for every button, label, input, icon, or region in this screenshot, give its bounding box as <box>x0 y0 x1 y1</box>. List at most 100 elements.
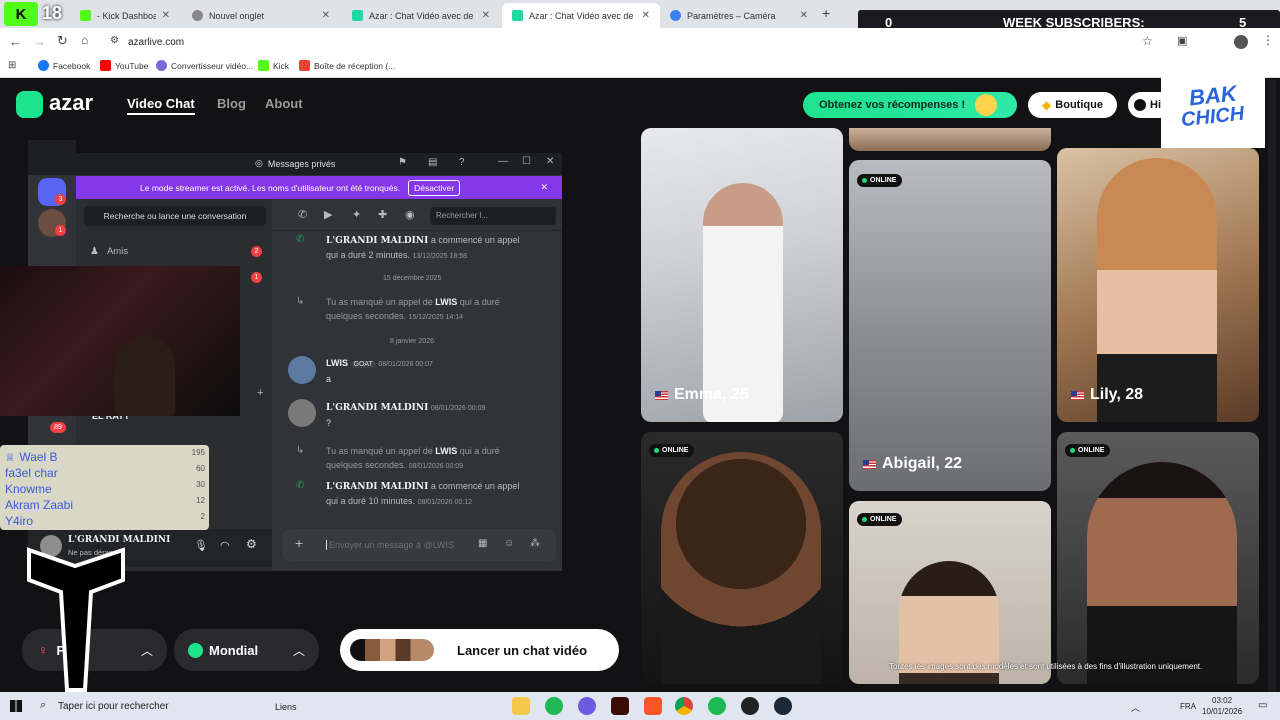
bakchich-logo: BAK CHICH <box>1161 63 1265 148</box>
close-icon[interactable]: ✕ <box>642 10 650 21</box>
azar-logo-icon[interactable] <box>16 91 43 118</box>
url-field[interactable]: azarlive.com <box>128 37 184 48</box>
illustrator-icon[interactable] <box>611 697 629 715</box>
close-icon[interactable]: ✕ <box>482 10 490 21</box>
system-tray-chevron-icon[interactable]: ︿ <box>1131 701 1140 714</box>
clock-time[interactable]: 03:02 <box>1212 696 1232 705</box>
call-icon: ✆ <box>296 234 305 245</box>
profile-card-4[interactable]: ONLINE <box>641 432 843 684</box>
taskbar-search-icon[interactable]: ⌕ <box>40 699 46 712</box>
emoji-icon[interactable]: ☺ <box>504 538 514 549</box>
tab-azar-1[interactable]: Azar : Chat Vidéo avec de nouv ✕ <box>342 3 500 28</box>
facebook-icon <box>38 60 49 71</box>
spotify-icon[interactable] <box>545 697 563 715</box>
extensions-icon[interactable]: ▣ <box>1177 34 1187 47</box>
new-tab-button[interactable]: + <box>822 5 830 21</box>
message-input[interactable]: Envoyer un message à @LWIS <box>326 540 454 550</box>
settings-favicon-icon <box>670 10 681 21</box>
bookmark-gmail[interactable]: Boîte de réception (... <box>299 60 395 71</box>
notifications-icon[interactable]: ▭ <box>1258 700 1267 711</box>
close-icon[interactable]: ✕ <box>800 10 808 21</box>
spotify-icon[interactable] <box>708 697 726 715</box>
start-video-chat-button[interactable]: Lancer un chat vidéo <box>340 629 619 671</box>
gift-icon[interactable]: ▦ <box>478 538 487 549</box>
add-friend-icon[interactable]: ✚ <box>378 208 387 221</box>
page-scrollbar[interactable] <box>1268 80 1276 692</box>
chat-search-field[interactable]: Rechercher l... <box>430 207 556 225</box>
video-call-icon[interactable]: ▶ <box>324 208 332 221</box>
bookmark-star-icon[interactable]: ☆ <box>1142 34 1153 48</box>
windows-start-icon[interactable] <box>10 700 22 712</box>
rewards-button[interactable]: Obtenez vos récompenses ! <box>803 92 1017 118</box>
settings-gear-icon[interactable]: ⚙ <box>246 537 257 551</box>
close-icon[interactable]: ✕ <box>322 10 330 21</box>
leaderboard-row: ♕ Wael B 195 <box>5 448 205 464</box>
attach-plus-icon[interactable]: + <box>295 535 303 551</box>
tab-azar-2[interactable]: Azar : Chat Vidéo avec de nouv ✕ <box>502 3 660 28</box>
maximize-icon[interactable]: ☐ <box>522 156 531 167</box>
close-icon[interactable]: ✕ <box>162 10 170 21</box>
profile-card-lily[interactable]: Lily, 28 <box>1057 148 1259 422</box>
profile-card-abigail[interactable]: ONLINE Abigail, 22 <box>849 160 1051 491</box>
bookmark-facebook[interactable]: Facebook <box>38 60 90 71</box>
app-icon[interactable] <box>578 697 596 715</box>
friends-item[interactable]: ♟ Amis 2 <box>84 240 266 262</box>
taskbar-search[interactable]: Taper ici pour rechercher <box>58 701 169 712</box>
clock-date[interactable]: 10/01/2026 <box>1202 707 1242 716</box>
call-icon[interactable]: ✆ <box>298 208 307 221</box>
apps-icon[interactable]: ⁂ <box>530 538 540 549</box>
profile-avatar[interactable] <box>1234 35 1248 49</box>
add-dm-icon[interactable]: + <box>257 387 263 399</box>
card-name-abigail: Abigail, 22 <box>863 455 962 473</box>
site-info-icon[interactable]: ⚙ <box>110 35 119 46</box>
menu-icon[interactable]: ⋮ <box>1262 33 1274 47</box>
file-explorer-icon[interactable] <box>512 697 530 715</box>
obs-icon[interactable] <box>741 697 759 715</box>
steam-icon[interactable] <box>774 697 792 715</box>
profile-card-top-partial[interactable] <box>849 128 1051 151</box>
region-filter-button[interactable]: Mondial ︿ <box>174 629 319 671</box>
profile-card-6[interactable]: ONLINE <box>1057 432 1259 684</box>
close-window-icon[interactable]: ✕ <box>546 156 554 167</box>
lwis-avatar[interactable] <box>288 356 316 384</box>
bookmark-converter[interactable]: Convertisseur vidéo... <box>156 60 253 71</box>
azar-logo-text[interactable]: azar <box>49 90 93 116</box>
home-icon[interactable]: ⌂ <box>81 33 88 47</box>
minimize-icon[interactable]: — <box>498 156 508 167</box>
banner-close-icon[interactable]: ✕ <box>540 182 548 193</box>
nav-blog[interactable]: Blog <box>217 96 246 111</box>
pin-icon[interactable]: ✦ <box>352 208 361 221</box>
tab-settings-camera[interactable]: Paramètres – Caméra ✕ <box>660 3 818 28</box>
chrome-icon[interactable] <box>675 697 693 715</box>
online-badge: ONLINE <box>857 513 903 526</box>
taskbar-links[interactable]: Liens <box>275 702 297 712</box>
headphones-icon[interactable]: ◠ <box>220 539 230 552</box>
inbox-icon[interactable]: ⚑ <box>398 157 407 168</box>
search-conversation-field[interactable]: Recherche ou lance une conversation <box>84 206 266 226</box>
nav-video-chat[interactable]: Video Chat <box>127 96 195 115</box>
tab-new-tab[interactable]: Nouvel onglet ✕ <box>182 3 340 28</box>
tab-kick-dashboard[interactable]: - Kick Dashboard ✕ <box>70 3 180 28</box>
message-row: LWIS GOAT 08/01/2026 00:07 a <box>326 358 433 384</box>
language-indicator[interactable]: FRA <box>1180 702 1196 711</box>
bookmark-youtube[interactable]: YouTube <box>100 60 148 71</box>
microphone-icon[interactable]: 🎙 <box>194 539 208 552</box>
apps-grid-icon[interactable]: ⊞ <box>8 60 16 71</box>
forward-icon[interactable]: → <box>33 34 46 49</box>
reload-icon[interactable]: ↻ <box>57 33 68 49</box>
shop-button[interactable]: ◆ Boutique <box>1028 92 1117 118</box>
help-icon[interactable]: ? <box>459 157 465 168</box>
azar-favicon-icon <box>352 10 363 21</box>
profile-card-emma[interactable]: Emma, 25 <box>641 128 843 422</box>
back-icon[interactable]: ← <box>9 34 22 49</box>
brave-icon[interactable] <box>644 697 662 715</box>
server-badge: 3 <box>55 194 66 205</box>
profile-icon[interactable]: ◉ <box>405 208 415 221</box>
profile-card-5[interactable]: ONLINE <box>849 501 1051 684</box>
rewards-label: Obtenez vos récompenses ! <box>819 99 966 111</box>
maldini-avatar[interactable] <box>288 399 316 427</box>
nav-about[interactable]: About <box>265 96 303 111</box>
bookmark-kick[interactable]: Kick <box>258 60 289 71</box>
window-icon[interactable]: ▤ <box>428 157 437 168</box>
disable-button[interactable]: Désactiver <box>408 179 461 196</box>
